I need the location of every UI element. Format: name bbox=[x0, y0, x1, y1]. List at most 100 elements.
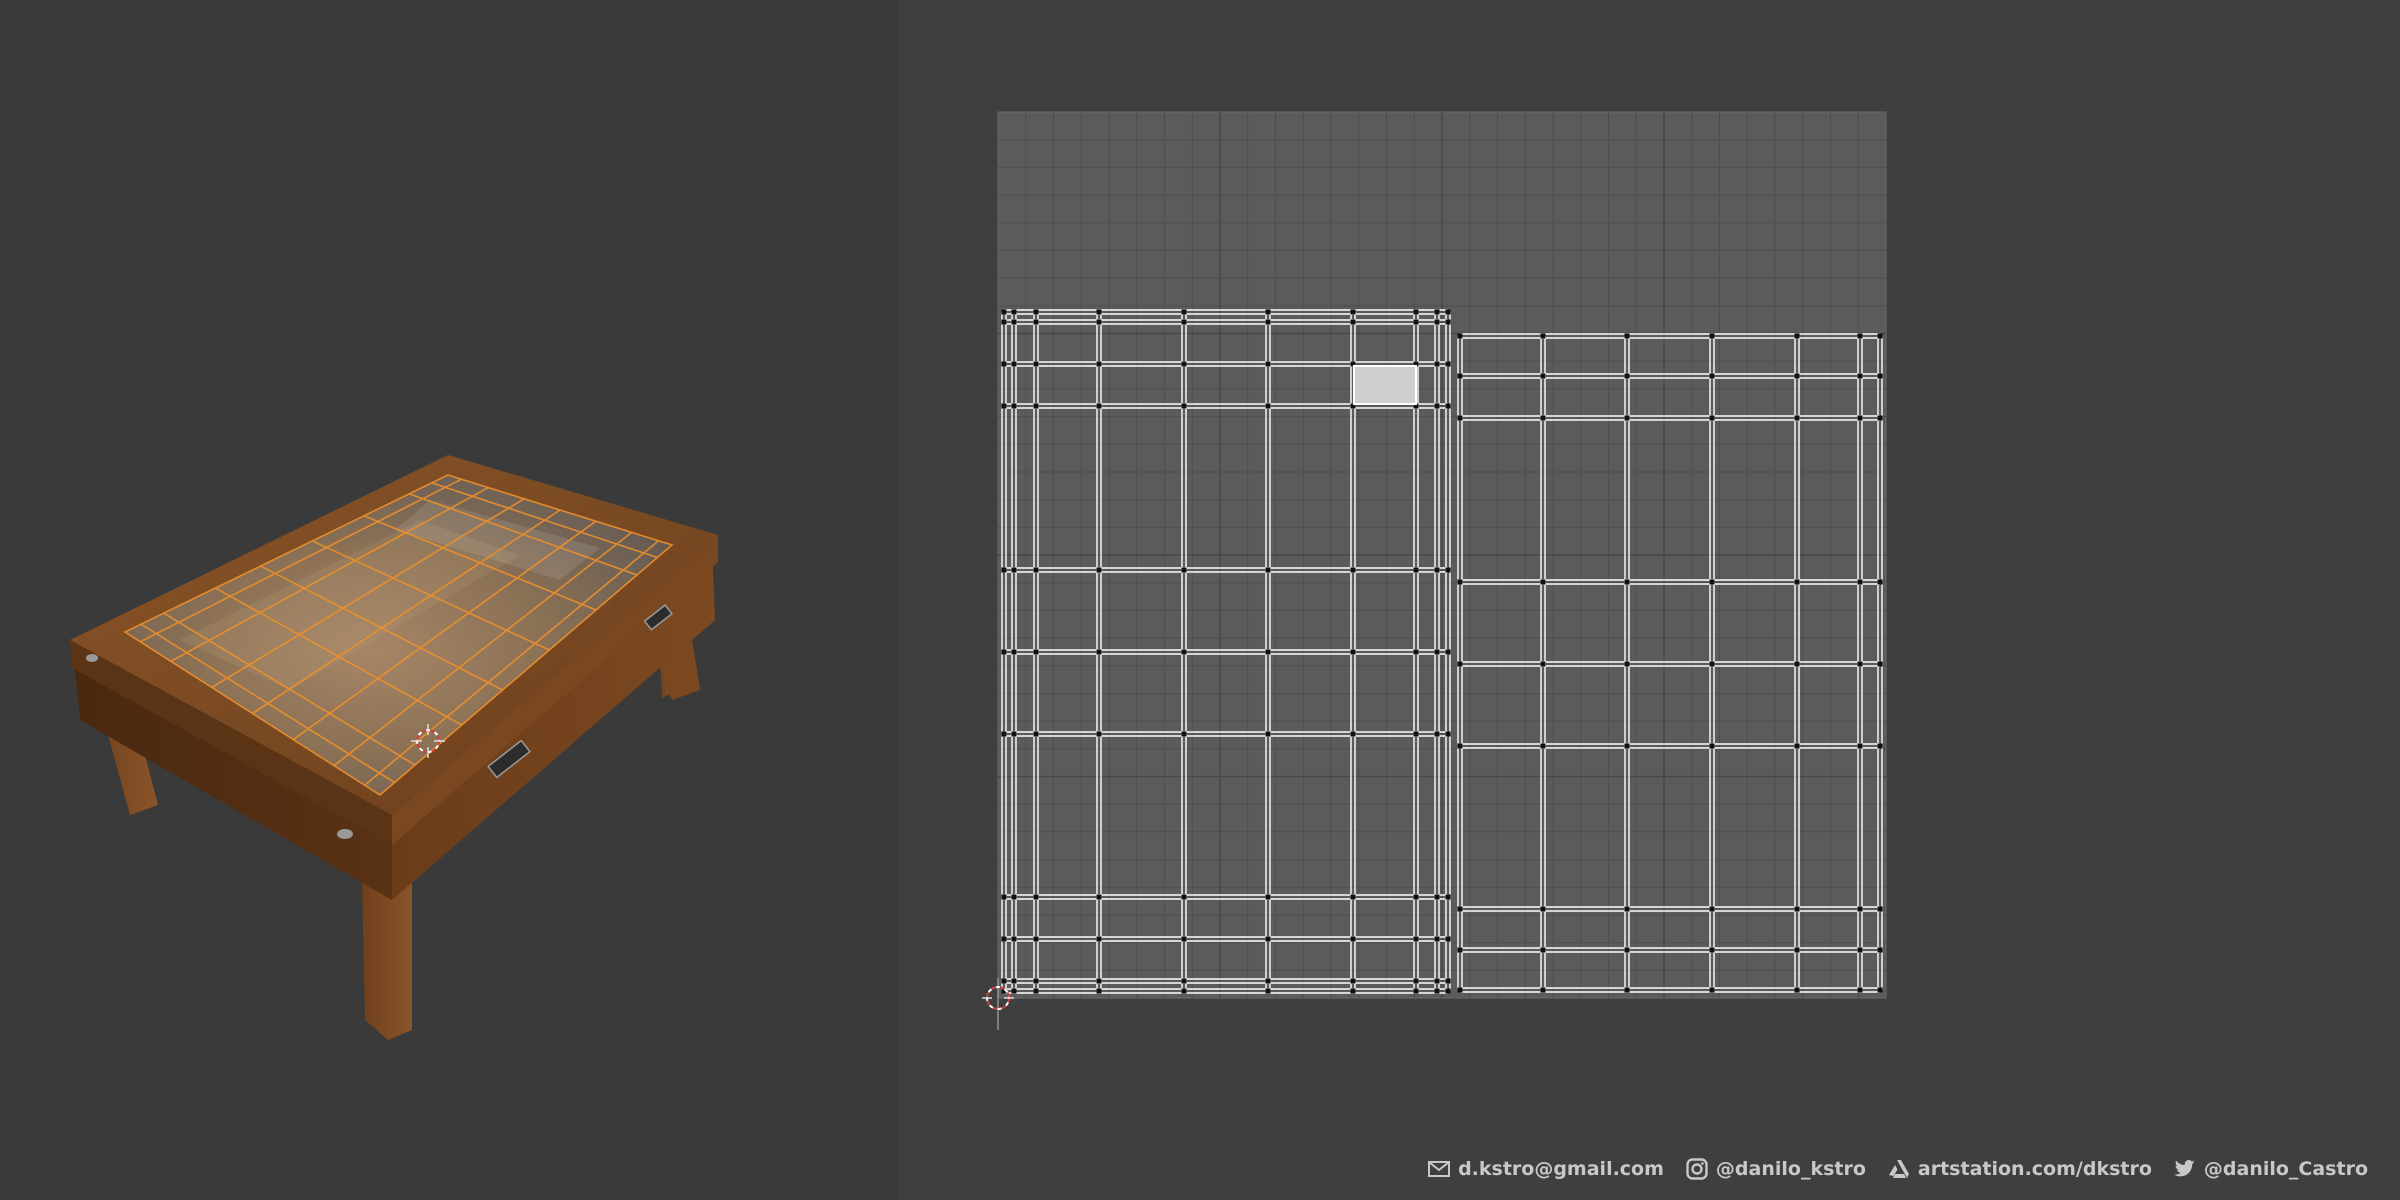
uv-vertex bbox=[1857, 987, 1863, 993]
uv-vertex bbox=[1445, 978, 1451, 984]
uv-vertex bbox=[1540, 947, 1546, 953]
table-render bbox=[70, 455, 718, 1040]
uv-vertex bbox=[1181, 649, 1187, 655]
uv-vertex bbox=[1540, 987, 1546, 993]
uv-vertex bbox=[1794, 373, 1800, 379]
uv-vertex bbox=[1350, 894, 1356, 900]
uv-vertex bbox=[1457, 947, 1463, 953]
uv-vertex bbox=[1096, 936, 1102, 942]
uv-vertex bbox=[1181, 319, 1187, 325]
uv-vertex bbox=[1434, 649, 1440, 655]
uv-vertex bbox=[1011, 936, 1017, 942]
3d-viewport[interactable] bbox=[0, 0, 898, 1200]
uv-vertex bbox=[1265, 319, 1271, 325]
uv-vertex bbox=[1181, 403, 1187, 409]
selected-uv-face bbox=[1353, 365, 1417, 405]
uv-vertex bbox=[1413, 978, 1419, 984]
uv-vertex bbox=[1624, 415, 1630, 421]
uv-vertex bbox=[1794, 906, 1800, 912]
uv-vertex bbox=[1857, 743, 1863, 749]
uv-vertex bbox=[1857, 661, 1863, 667]
uv-vertex bbox=[1540, 333, 1546, 339]
contact-twitter[interactable]: @danilo_Castro bbox=[2174, 1158, 2368, 1180]
uv-vertex bbox=[1709, 661, 1715, 667]
uv-vertex bbox=[1434, 361, 1440, 367]
uv-vertex bbox=[1096, 731, 1102, 737]
uv-vertex bbox=[1033, 403, 1039, 409]
contact-email[interactable]: d.kstro@gmail.com bbox=[1428, 1158, 1664, 1180]
uv-vertex bbox=[1350, 319, 1356, 325]
uv-vertex bbox=[1265, 649, 1271, 655]
uv-vertex bbox=[1877, 373, 1883, 379]
uv-vertex bbox=[1794, 415, 1800, 421]
uv-vertex bbox=[1794, 661, 1800, 667]
uv-vertex bbox=[1877, 333, 1883, 339]
uv-vertex bbox=[1624, 947, 1630, 953]
uv-vertex bbox=[1794, 333, 1800, 339]
uv-vertex bbox=[1033, 319, 1039, 325]
artstation-icon bbox=[1888, 1160, 1909, 1178]
uv-vertex bbox=[1877, 579, 1883, 585]
uv-vertex bbox=[1540, 743, 1546, 749]
uv-vertex bbox=[1413, 936, 1419, 942]
uv-vertex bbox=[1181, 309, 1187, 315]
uv-vertex bbox=[1794, 987, 1800, 993]
uv-vertex bbox=[1413, 988, 1419, 994]
contact-instagram[interactable]: @danilo_kstro bbox=[1686, 1158, 1866, 1180]
uv-vertex bbox=[1350, 936, 1356, 942]
uv-vertex bbox=[1033, 361, 1039, 367]
uv-vertex bbox=[1265, 988, 1271, 994]
uv-vertex bbox=[1457, 415, 1463, 421]
uv-vertex bbox=[1001, 403, 1007, 409]
uv-vertex bbox=[1033, 988, 1039, 994]
uv-vertex bbox=[1709, 743, 1715, 749]
uv-vertex bbox=[1011, 309, 1017, 315]
uv-vertex bbox=[1033, 731, 1039, 737]
contact-artstation[interactable]: artstation.com/dkstro bbox=[1888, 1158, 2152, 1180]
uv-vertex bbox=[1445, 649, 1451, 655]
uv-vertex bbox=[1624, 661, 1630, 667]
uv-vertex bbox=[1709, 333, 1715, 339]
uv-vertex bbox=[1445, 731, 1451, 737]
uv-vertex bbox=[1096, 309, 1102, 315]
uv-vertex bbox=[1434, 403, 1440, 409]
uv-vertex bbox=[1001, 978, 1007, 984]
uv-vertex bbox=[1181, 894, 1187, 900]
uv-vertex bbox=[1624, 373, 1630, 379]
uv-vertex bbox=[1457, 743, 1463, 749]
uv-vertex bbox=[1540, 415, 1546, 421]
uv-vertex bbox=[1877, 987, 1883, 993]
contact-twitter-label: @danilo_Castro bbox=[2203, 1158, 2368, 1180]
uv-vertex bbox=[1350, 567, 1356, 573]
uv-vertex bbox=[1709, 579, 1715, 585]
uv-vertex bbox=[1434, 988, 1440, 994]
uv-vertex bbox=[1709, 947, 1715, 953]
uv-vertex bbox=[1794, 579, 1800, 585]
uv-vertex bbox=[1181, 988, 1187, 994]
uv-vertex bbox=[1001, 936, 1007, 942]
uv-vertex bbox=[1181, 361, 1187, 367]
uv-vertex bbox=[1434, 319, 1440, 325]
uv-vertex bbox=[1457, 579, 1463, 585]
uv-vertex bbox=[1457, 373, 1463, 379]
uv-vertex bbox=[1265, 936, 1271, 942]
uv-vertex bbox=[1265, 567, 1271, 573]
uv-vertex bbox=[1011, 978, 1017, 984]
uv-vertex bbox=[1096, 649, 1102, 655]
uv-vertex bbox=[1033, 894, 1039, 900]
uv-vertex bbox=[1011, 403, 1017, 409]
uv-vertex bbox=[1181, 567, 1187, 573]
uv-canvas[interactable] bbox=[898, 0, 2400, 1200]
uv-editor[interactable] bbox=[898, 0, 2400, 1200]
uv-vertex bbox=[1445, 567, 1451, 573]
uv-vertex bbox=[1709, 906, 1715, 912]
uv-vertex bbox=[1096, 403, 1102, 409]
uv-vertex bbox=[1857, 947, 1863, 953]
uv-vertex bbox=[1434, 978, 1440, 984]
uv-vertex bbox=[1001, 309, 1007, 315]
uv-vertex bbox=[1857, 906, 1863, 912]
uv-vertex bbox=[1033, 978, 1039, 984]
uv-vertex bbox=[1033, 309, 1039, 315]
table-bolt bbox=[86, 654, 98, 662]
contact-instagram-label: @danilo_kstro bbox=[1715, 1158, 1866, 1180]
